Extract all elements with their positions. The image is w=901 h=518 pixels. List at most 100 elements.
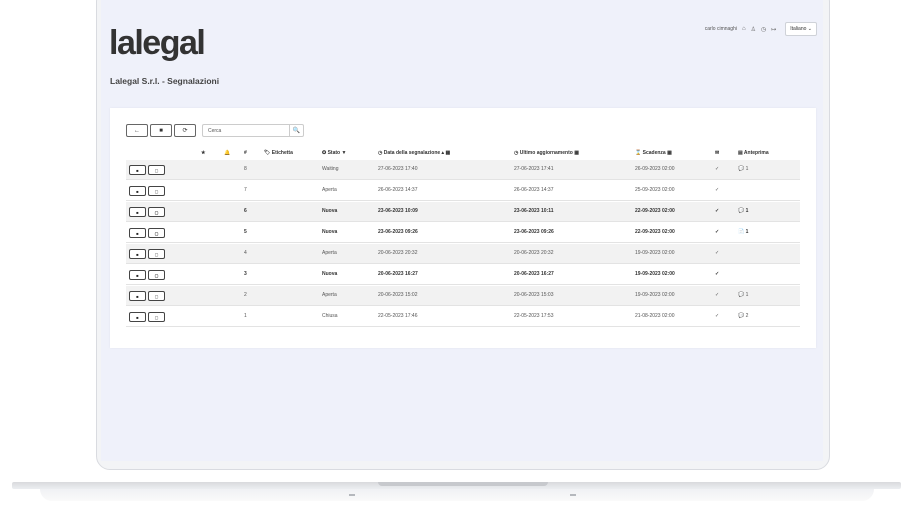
row-anteprima: 💬 1 bbox=[738, 166, 749, 172]
refresh-button[interactable]: ⟳ bbox=[174, 124, 196, 137]
row-open-button[interactable]: ▢ bbox=[148, 207, 165, 217]
table-row[interactable]: ■ ▢ 5 Nuova 23-06-2023 09:26 23-06-2023 09:26… bbox=[126, 223, 800, 243]
laptop-base-lower bbox=[40, 489, 874, 501]
row-scadenza: 19-09-2023 02:00 bbox=[635, 292, 675, 298]
stop-button[interactable]: ■ bbox=[150, 124, 172, 137]
row-open-button[interactable]: ▢ bbox=[148, 165, 165, 175]
row-stato: Nuova bbox=[322, 229, 338, 235]
row-data-segnalazione: 20-06-2023 20:32 bbox=[378, 250, 418, 256]
row-select-button[interactable]: ■ bbox=[129, 207, 146, 217]
row-stato: Aperta bbox=[322, 292, 337, 298]
bell-icon[interactable]: 🔔 bbox=[224, 150, 230, 156]
row-check-icon: ✓ bbox=[715, 271, 720, 277]
row-stato: Nuova bbox=[322, 208, 338, 214]
toolbar: ← ■ ⟳ Cerca 🔍 bbox=[126, 124, 304, 137]
row-open-button[interactable]: ▢ bbox=[148, 270, 165, 280]
row-anteprima: 💬 1 bbox=[738, 292, 749, 298]
row-stato: Aperta bbox=[322, 187, 337, 193]
row-number: 8 bbox=[244, 166, 247, 172]
envelope-icon[interactable]: ✉ bbox=[715, 150, 719, 156]
row-select-button[interactable]: ■ bbox=[129, 228, 146, 238]
app-logo[interactable]: lalegal bbox=[109, 24, 206, 63]
laptop-notch bbox=[378, 482, 548, 486]
row-ultimo-aggiornamento: 26-06-2023 14:37 bbox=[514, 187, 554, 193]
row-check-icon: ✓ bbox=[715, 313, 720, 319]
row-check-icon: ✓ bbox=[715, 208, 720, 214]
row-ultimo-aggiornamento: 23-06-2023 10:11 bbox=[514, 208, 554, 214]
row-open-button[interactable]: ▢ bbox=[148, 291, 165, 301]
col-scadenza[interactable]: ⌛ Scadenza ▦ bbox=[635, 150, 672, 156]
row-ultimo-aggiornamento: 22-05-2023 17:53 bbox=[514, 313, 554, 319]
row-select-button[interactable]: ■ bbox=[129, 312, 146, 322]
row-number: 6 bbox=[244, 208, 247, 214]
user-name[interactable]: carlo cimnaghi bbox=[705, 26, 737, 32]
row-ultimo-aggiornamento: 27-06-2023 17:41 bbox=[514, 166, 554, 172]
row-data-segnalazione: 23-06-2023 09:26 bbox=[378, 229, 418, 235]
row-open-button[interactable]: ▢ bbox=[148, 249, 165, 259]
row-anteprima: 💬 2 bbox=[738, 313, 749, 319]
row-number: 7 bbox=[244, 187, 247, 193]
col-data-segnalazione[interactable]: ◷ Data della segnalazione ▴ ▦ bbox=[378, 150, 450, 156]
row-scadenza: 21-08-2023 02:00 bbox=[635, 313, 675, 319]
row-anteprima: 💬 1 bbox=[738, 208, 749, 214]
row-stato: Nuova bbox=[322, 271, 338, 277]
table-row[interactable]: ■ ▢ 1 Chiusa 22-05-2023 17:46 22-05-2023 17:5… bbox=[126, 307, 800, 327]
row-number: 5 bbox=[244, 229, 247, 235]
row-select-button[interactable]: ■ bbox=[129, 270, 146, 280]
row-number: 3 bbox=[244, 271, 247, 277]
row-ultimo-aggiornamento: 23-06-2023 09:26 bbox=[514, 229, 554, 235]
back-button[interactable]: ← bbox=[126, 124, 148, 137]
col-etichetta[interactable]: 🏷 Etichetta bbox=[264, 150, 293, 156]
row-ultimo-aggiornamento: 20-06-2023 20:32 bbox=[514, 250, 554, 256]
laptop-foot-right bbox=[570, 494, 576, 496]
laptop-foot-left bbox=[349, 494, 355, 496]
reports-card: ← ■ ⟳ Cerca 🔍 ★ 🔔 # 🏷 Etichetta ✪ Stato … bbox=[110, 108, 816, 348]
row-check-icon: ✓ bbox=[715, 250, 720, 256]
row-data-segnalazione: 26-06-2023 14:37 bbox=[378, 187, 418, 193]
row-select-button[interactable]: ■ bbox=[129, 186, 146, 196]
table-row[interactable]: ■ ▢ 7 Aperta 26-06-2023 14:37 26-06-2023 14:3… bbox=[126, 181, 800, 201]
row-open-button[interactable]: ▢ bbox=[148, 312, 165, 322]
table-row[interactable]: ■ ▢ 3 Nuova 20-06-2023 16:27 20-06-2023 16:27… bbox=[126, 265, 800, 285]
clock-icon[interactable]: ◷ bbox=[761, 26, 766, 33]
row-scadenza: 25-09-2023 02:00 bbox=[635, 187, 675, 193]
col-stato[interactable]: ✪ Stato ▼ bbox=[322, 150, 346, 156]
language-value: Italiano bbox=[790, 26, 807, 32]
row-number: 2 bbox=[244, 292, 247, 298]
row-data-segnalazione: 20-06-2023 15:02 bbox=[378, 292, 418, 298]
row-open-button[interactable]: ▢ bbox=[148, 186, 165, 196]
row-select-button[interactable]: ■ bbox=[129, 165, 146, 175]
row-open-button[interactable]: ▢ bbox=[148, 228, 165, 238]
row-select-button[interactable]: ■ bbox=[129, 291, 146, 301]
row-check-icon: ✓ bbox=[715, 187, 720, 193]
table-row[interactable]: ■ ▢ 8 Waiting 27-06-2023 17:40 27-06-2023 17:… bbox=[126, 160, 800, 180]
language-select[interactable]: Italiano ⌄ bbox=[785, 22, 817, 36]
row-scadenza: 26-09-2023 02:00 bbox=[635, 166, 675, 172]
table-row[interactable]: ■ ▢ 4 Aperta 20-06-2023 20:32 20-06-2023 20:3… bbox=[126, 244, 800, 264]
row-anteprima: 📄 1 bbox=[738, 229, 749, 235]
search-icon[interactable]: 🔍 bbox=[289, 125, 303, 136]
row-select-button[interactable]: ■ bbox=[129, 249, 146, 259]
row-scadenza: 22-09-2023 02:00 bbox=[635, 208, 675, 214]
user-icon[interactable]: ♙ bbox=[751, 26, 756, 33]
col-number[interactable]: # bbox=[244, 150, 247, 156]
home-icon[interactable]: ⌂ bbox=[742, 26, 746, 32]
star-icon[interactable]: ★ bbox=[201, 150, 205, 156]
table-row[interactable]: ■ ▢ 6 Nuova 23-06-2023 10:09 23-06-2023 10:11… bbox=[126, 202, 800, 222]
row-data-segnalazione: 22-05-2023 17:46 bbox=[378, 313, 418, 319]
table-row[interactable]: ■ ▢ 2 Aperta 20-06-2023 15:02 20-06-2023 15:0… bbox=[126, 286, 800, 306]
row-ultimo-aggiornamento: 20-06-2023 15:03 bbox=[514, 292, 554, 298]
col-anteprima[interactable]: ▤ Anteprima bbox=[738, 150, 769, 156]
row-check-icon: ✓ bbox=[715, 292, 720, 298]
search-input[interactable]: Cerca bbox=[203, 125, 289, 136]
page-title: Lalegal S.r.l. - Segnalazioni bbox=[110, 76, 220, 86]
top-bar: carlo cimnaghi ⌂ ♙ ◷ ↦ Italiano ⌄ bbox=[705, 22, 817, 36]
chevron-down-icon: ⌄ bbox=[807, 26, 812, 32]
search-box: Cerca 🔍 bbox=[202, 124, 304, 137]
col-ultimo-aggiornamento[interactable]: ◷ Ultimo aggiornamento ▦ bbox=[514, 150, 579, 156]
row-data-segnalazione: 20-06-2023 16:27 bbox=[378, 271, 418, 277]
row-stato: Chiusa bbox=[322, 313, 338, 319]
app-screen: lalegal Lalegal S.r.l. - Segnalazioni ca… bbox=[101, 0, 823, 461]
logout-icon[interactable]: ↦ bbox=[771, 26, 776, 33]
row-scadenza: 19-09-2023 02:00 bbox=[635, 271, 675, 277]
